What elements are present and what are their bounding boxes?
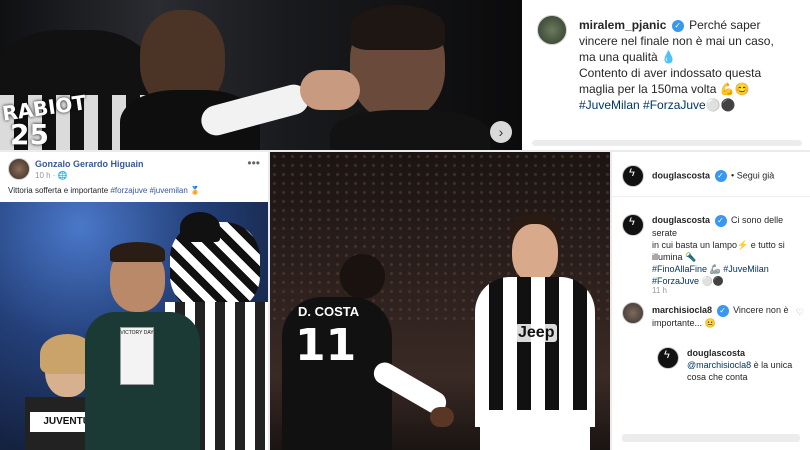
match-photo: D. COSTA 11 Jeep bbox=[270, 152, 610, 450]
next-photo-button[interactable]: › bbox=[490, 121, 512, 143]
zebra-mane bbox=[180, 212, 220, 242]
player-right-hair bbox=[350, 5, 445, 50]
reply-text: è la unica bbox=[753, 360, 793, 370]
hand bbox=[300, 70, 360, 110]
post-time: 10 h · 🌐 bbox=[35, 171, 68, 180]
held-card-text: VICTORY DAY bbox=[120, 330, 154, 336]
caption-tags-1[interactable]: #FinoAllaFine 🦾 #JuveMilan bbox=[652, 263, 807, 275]
comment-text: Vincere non è bbox=[733, 305, 789, 315]
player-right-body bbox=[330, 110, 490, 150]
right-player-head bbox=[512, 224, 558, 282]
sponsor-text: Jeep bbox=[515, 324, 558, 342]
left-player-jersey-number: 11 bbox=[295, 320, 357, 371]
post-photo: JUVENTUS VICTORY DAY bbox=[0, 202, 268, 450]
caption-line-5: maglia per la 150ma volta 💪😊 bbox=[579, 82, 750, 96]
caption-line-2: vincere nel finale non è mai un caso, bbox=[579, 34, 774, 48]
instagram-post-douglas: ϟ douglascosta ✓ • Segui già ϟ douglasco… bbox=[612, 152, 810, 450]
facebook-post-higuain: Gonzalo Gerardo Higuain 10 h · 🌐 ••• Vit… bbox=[0, 152, 268, 450]
left-player-head bbox=[340, 254, 385, 299]
verified-icon: ✓ bbox=[714, 170, 727, 182]
post-hashtags[interactable]: #forzajuve #juvemilan 🏅 bbox=[110, 186, 200, 195]
verified-icon: ✓ bbox=[714, 214, 727, 227]
post-text: Vittoria sofferta e importante bbox=[8, 186, 109, 195]
heart-icon[interactable]: ♡ bbox=[796, 307, 804, 318]
blurred-comment-bar bbox=[622, 434, 800, 442]
caption-line-2: in cui basta un lampo⚡ e tutto si bbox=[652, 239, 785, 250]
caption-time: 11 h bbox=[652, 286, 667, 295]
top-photo: RABIOT 25 › bbox=[0, 0, 522, 150]
username[interactable]: miralem_pjanic bbox=[579, 18, 666, 32]
jersey-number: 25 bbox=[10, 118, 49, 150]
left-player-hand bbox=[430, 407, 454, 427]
follow-status[interactable]: • Segui già bbox=[731, 170, 774, 180]
reply-text-2: cosa che conta bbox=[687, 372, 748, 382]
blurred-comment-bar bbox=[532, 140, 802, 146]
reply-mention[interactable]: @marchisiocla8 bbox=[687, 360, 751, 370]
verified-icon: ✓ bbox=[671, 19, 684, 32]
author-name[interactable]: Gonzalo Gerardo Higuain bbox=[35, 159, 144, 169]
comment-username[interactable]: marchisiocla8 bbox=[652, 305, 712, 315]
left-player-jersey-name: D. COSTA bbox=[298, 304, 360, 319]
avatar[interactable] bbox=[622, 302, 644, 324]
reply-username[interactable]: douglascosta bbox=[687, 347, 805, 359]
avatar[interactable] bbox=[8, 158, 30, 180]
hashtags[interactable]: #JuveMilan #ForzaJuve⚪⚫ bbox=[579, 97, 804, 113]
man-hair bbox=[110, 242, 165, 262]
divider bbox=[612, 196, 810, 197]
bolt-icon: ϟ bbox=[629, 167, 635, 179]
right-player-jersey bbox=[475, 277, 595, 427]
caption-line-4: Contento di aver indossato questa bbox=[579, 66, 762, 80]
right-player-shorts bbox=[480, 410, 590, 450]
header-username[interactable]: douglascosta bbox=[652, 170, 710, 180]
caption-tags-2[interactable]: #ForzaJuve ⚪⚫ bbox=[652, 275, 807, 287]
instagram-post-pjanic: miralem_pjanic ✓ Perché saper vincere ne… bbox=[522, 0, 810, 150]
more-dots-icon[interactable]: ••• bbox=[247, 156, 260, 170]
bolt-icon: ϟ bbox=[664, 349, 670, 361]
caption-line-3: ma una qualità 💧 bbox=[579, 50, 676, 64]
caption-line-1: Perché saper bbox=[689, 18, 761, 32]
verified-icon: ✓ bbox=[716, 304, 729, 317]
comment-text-2: importante... 😐 bbox=[652, 317, 716, 328]
caption-username[interactable]: douglascosta bbox=[652, 215, 710, 225]
avatar[interactable] bbox=[537, 15, 567, 45]
bolt-icon: ϟ bbox=[629, 216, 635, 228]
caption-line-3: illumina 🔦 bbox=[652, 251, 697, 262]
